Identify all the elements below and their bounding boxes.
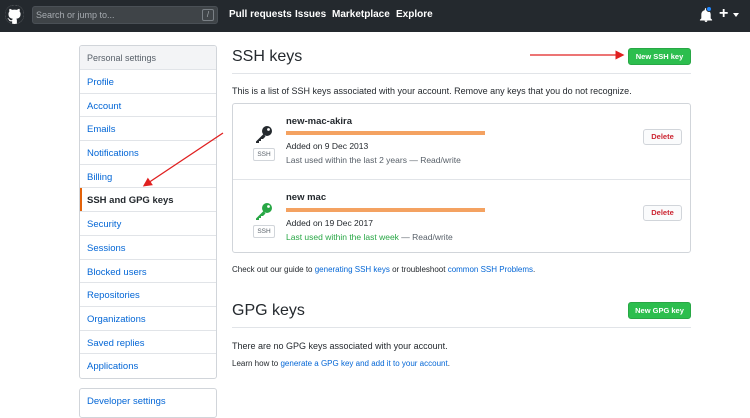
arrow-to-ssh-gpg-keys	[142, 132, 224, 187]
annotation-arrows	[142, 50, 625, 187]
